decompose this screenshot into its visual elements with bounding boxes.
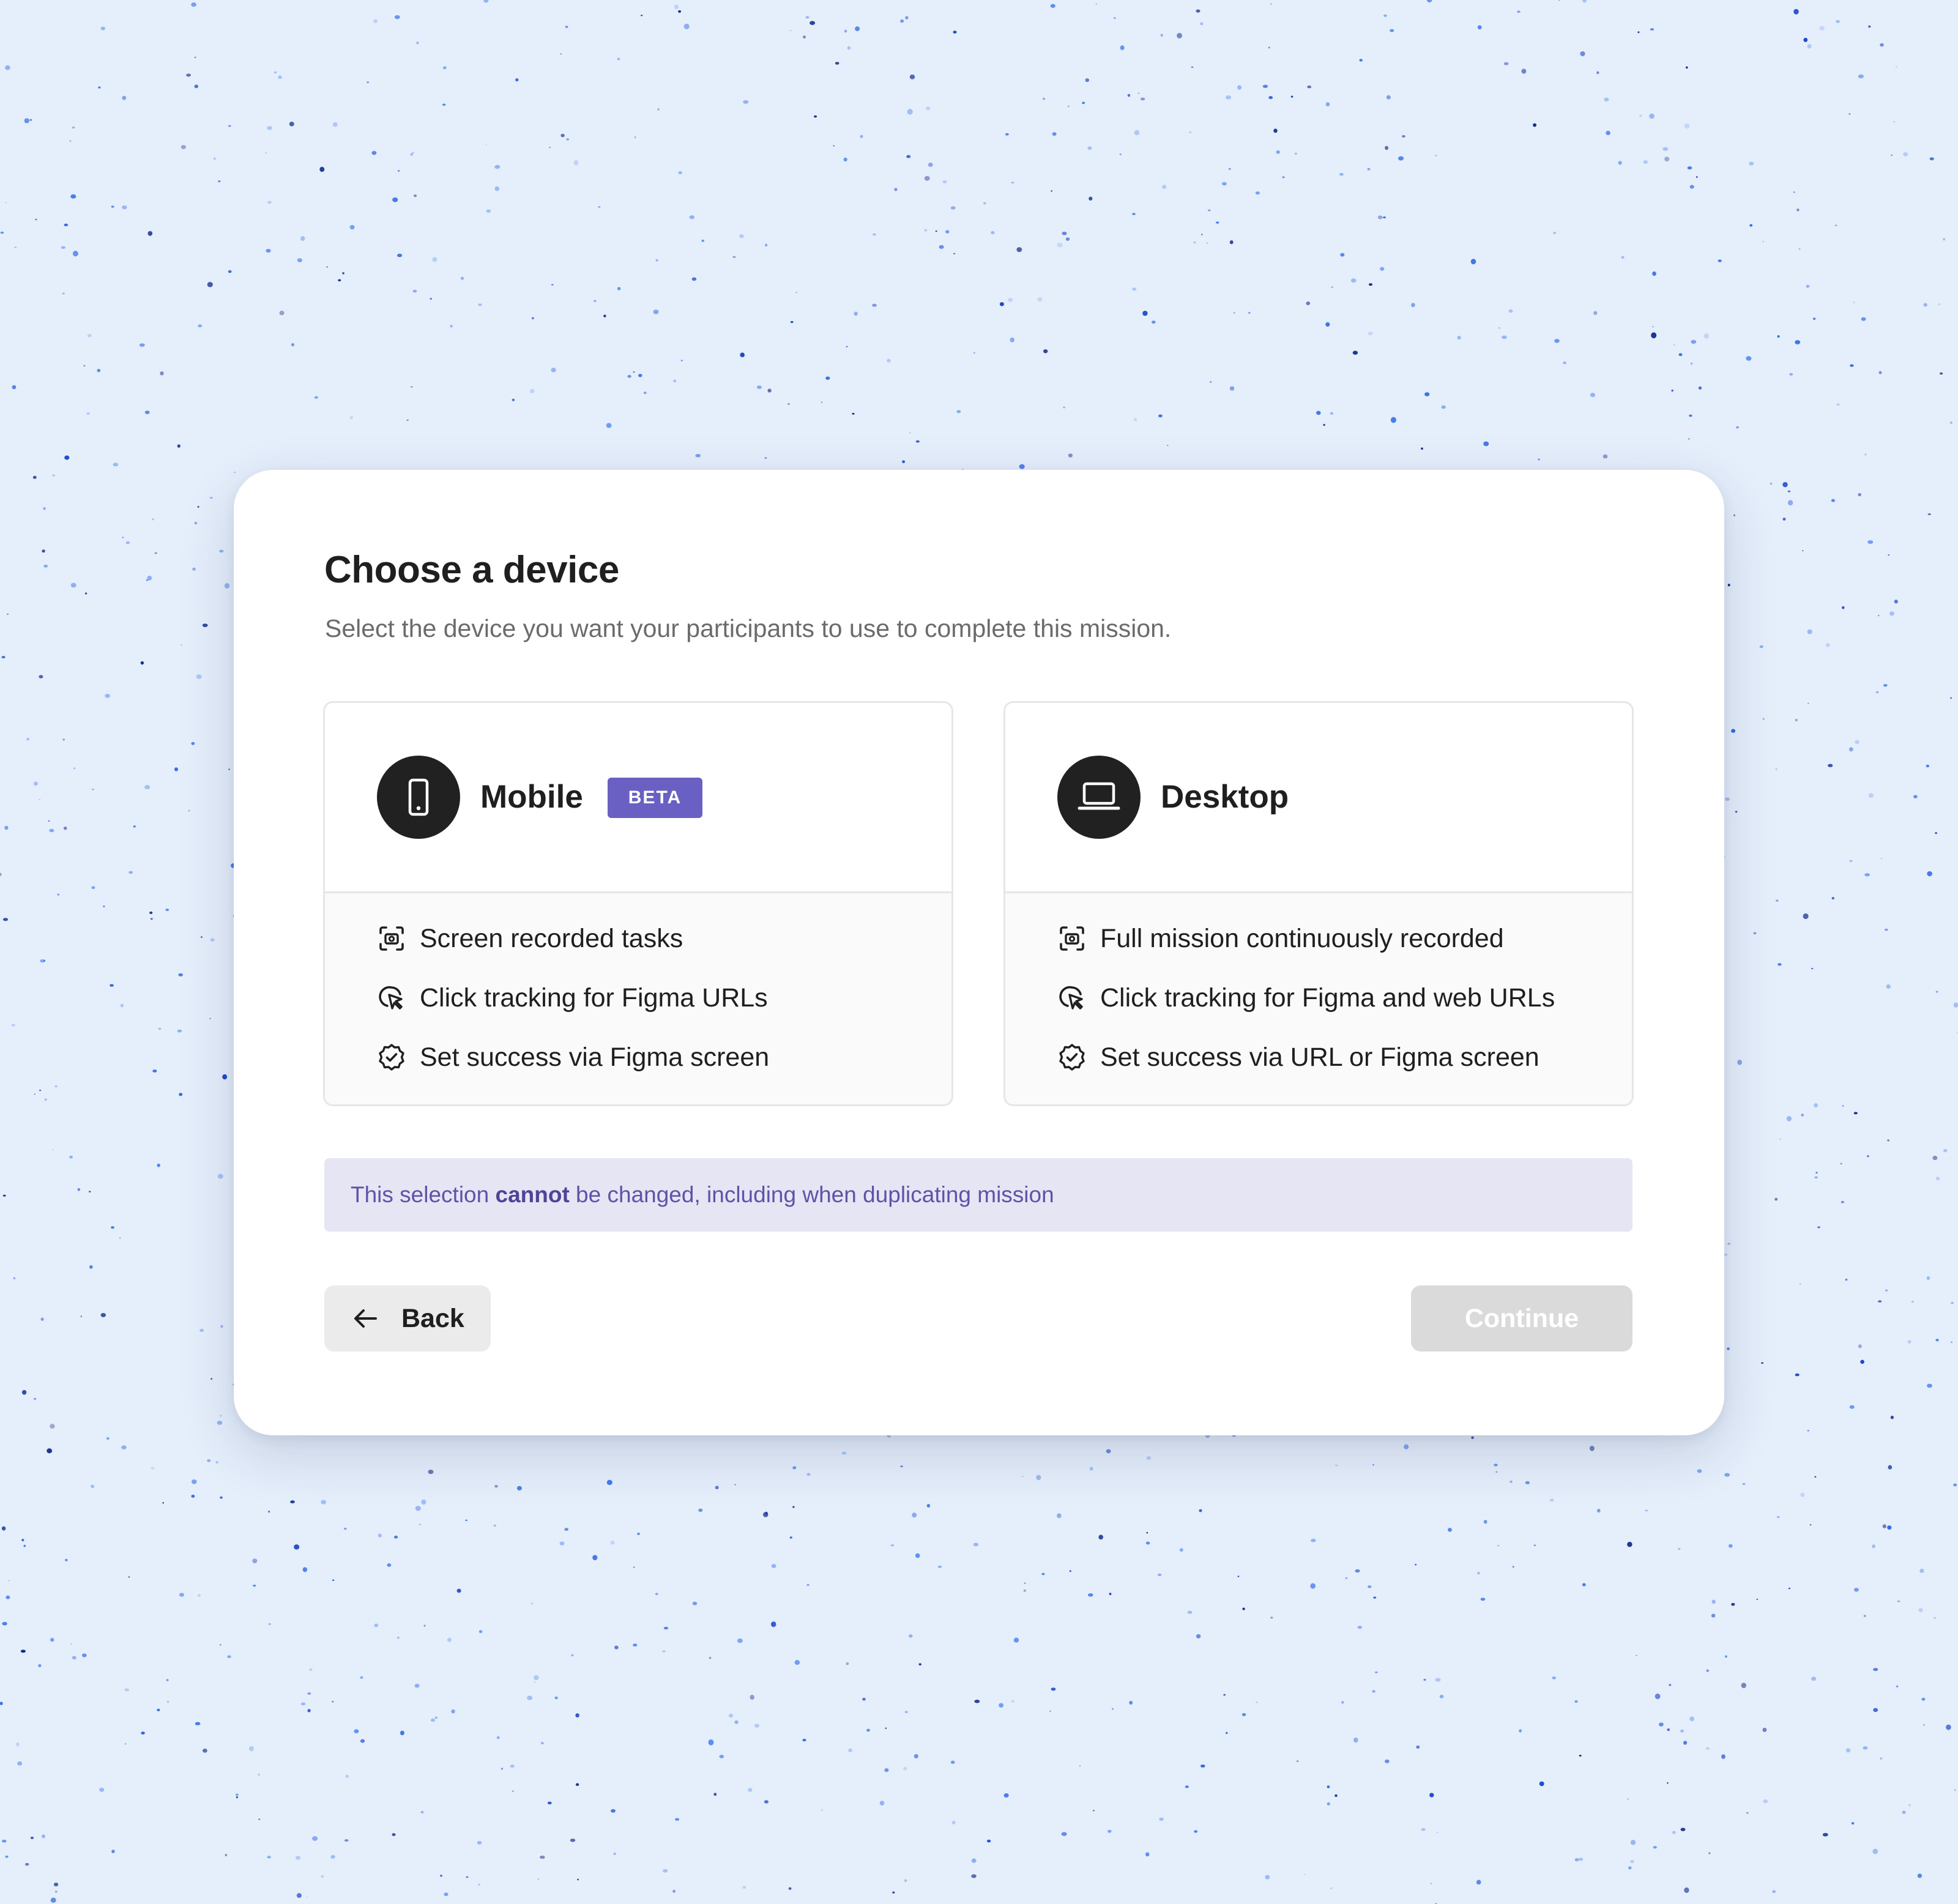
warning-text: This selection bbox=[351, 1182, 496, 1207]
feature-list: Screen recorded tasks Click tracking for… bbox=[325, 893, 951, 1104]
cursor-click-icon bbox=[1059, 986, 1083, 1010]
arrow-left-icon bbox=[354, 1309, 377, 1328]
warning-emphasis: cannot bbox=[495, 1182, 570, 1207]
feature-label: Full mission continuously recorded bbox=[1100, 924, 1504, 953]
feature-label: Set success via URL or Figma screen bbox=[1100, 1043, 1539, 1072]
feature-label: Set success via Figma screen bbox=[420, 1043, 770, 1072]
smartphone-icon bbox=[377, 756, 460, 839]
feature-item: Full mission continuously recorded bbox=[1057, 920, 1504, 957]
device-option-mobile[interactable]: Mobile BETA Screen recorded tasks Click … bbox=[323, 701, 953, 1106]
feature-label: Click tracking for Figma URLs bbox=[420, 983, 768, 1013]
back-button[interactable]: Back bbox=[324, 1285, 491, 1352]
feature-list: Full mission continuously recorded Click… bbox=[1005, 893, 1632, 1104]
feature-item: Screen recorded tasks bbox=[377, 920, 683, 957]
dialog-subtitle: Select the device you want your particip… bbox=[325, 614, 1172, 642]
screen-record-icon bbox=[1060, 926, 1084, 951]
device-option-header: Desktop bbox=[1005, 703, 1632, 893]
feature-item: Set success via Figma screen bbox=[377, 1039, 769, 1076]
laptop-icon bbox=[1057, 756, 1141, 839]
beta-badge: BETA bbox=[608, 778, 702, 818]
device-name: Mobile bbox=[480, 779, 583, 815]
back-button-label: Back bbox=[401, 1304, 464, 1333]
dialog-title: Choose a device bbox=[324, 549, 619, 591]
feature-item: Click tracking for Figma URLs bbox=[377, 980, 768, 1016]
warning-text: be changed, including when duplicating m… bbox=[569, 1182, 1054, 1207]
feature-label: Screen recorded tasks bbox=[420, 924, 683, 953]
feature-item: Click tracking for Figma and web URLs bbox=[1057, 980, 1555, 1016]
feature-label: Click tracking for Figma and web URLs bbox=[1100, 983, 1555, 1013]
device-option-desktop[interactable]: Desktop Full mission continuously record… bbox=[1003, 701, 1634, 1106]
feature-item: Set success via URL or Figma screen bbox=[1057, 1039, 1539, 1076]
choose-device-dialog: Choose a device Select the device you wa… bbox=[234, 470, 1724, 1435]
continue-button[interactable]: Continue bbox=[1411, 1285, 1632, 1352]
device-name: Desktop bbox=[1161, 779, 1289, 815]
badge-check-icon bbox=[379, 1044, 404, 1071]
badge-check-icon bbox=[1059, 1044, 1085, 1071]
cursor-click-icon bbox=[379, 986, 403, 1010]
selection-warning: This selection cannot be changed, includ… bbox=[324, 1158, 1632, 1232]
screen-record-icon bbox=[379, 926, 404, 951]
device-option-header: Mobile BETA bbox=[325, 703, 951, 893]
